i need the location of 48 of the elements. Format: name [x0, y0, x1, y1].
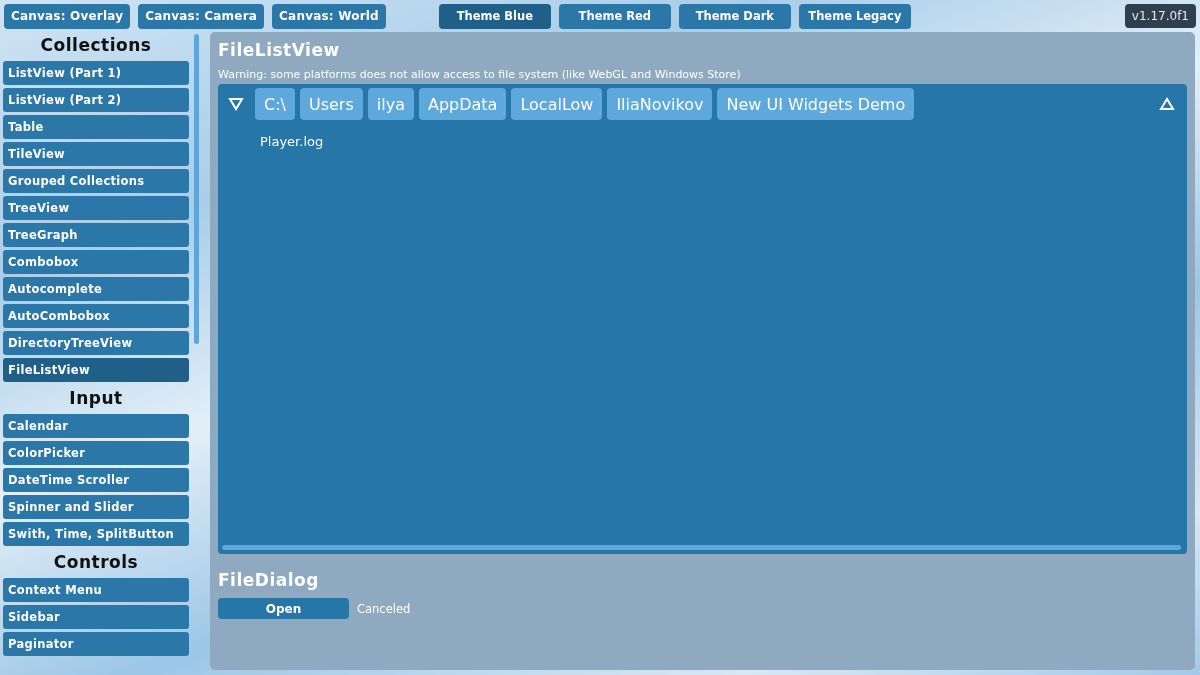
sidebar-item[interactable]: Table — [3, 115, 189, 139]
scrollbar[interactable] — [222, 545, 1181, 550]
section-title: FileListView — [218, 40, 341, 62]
section-heading: Collections — [39, 34, 153, 57]
sidebar-item[interactable]: AutoCombobox — [3, 304, 189, 328]
sidebar-item[interactable]: Calendar — [3, 414, 189, 438]
version-label: v1.17.0f1 — [1124, 4, 1196, 28]
path-segment-button[interactable]: IliaNovikov — [607, 88, 713, 120]
sidebar-item[interactable]: Paginator — [3, 632, 189, 656]
sidebar-item[interactable]: Combobox — [3, 250, 189, 274]
theme-button[interactable]: Theme Blue — [438, 3, 551, 29]
scrollbar[interactable] — [194, 34, 199, 344]
sidebar-item[interactable]: DateTime Scroller — [3, 468, 189, 492]
path-segment-button[interactable]: ilya — [367, 88, 414, 120]
theme-button[interactable]: Theme Legacy — [798, 3, 911, 29]
sidebar-item[interactable]: DirectoryTreeView — [3, 331, 189, 355]
open-button[interactable]: Open — [218, 598, 349, 619]
up-triangle-icon[interactable] — [1159, 97, 1175, 111]
canvas-button[interactable]: Canvas: Camera — [138, 3, 265, 29]
canvas-button[interactable]: Canvas: World — [272, 3, 386, 29]
sidebar-item[interactable]: TileView — [3, 142, 189, 166]
theme-button[interactable]: Theme Red — [558, 3, 671, 29]
result-text: Canceled — [357, 601, 411, 616]
sidebar-item[interactable]: ListView (Part 2) — [3, 88, 189, 112]
sidebar-item[interactable]: TreeView — [3, 196, 189, 220]
file-item[interactable]: Player.log — [260, 134, 1181, 149]
sidebar-item[interactable]: Autocomplete — [3, 277, 189, 301]
down-triangle-icon[interactable] — [228, 97, 244, 111]
sidebar-item[interactable]: FileListView — [3, 358, 189, 382]
sidebar-item[interactable]: Sidebar — [3, 605, 189, 629]
warning-text: Warning: some platforms does not allow access to file system (like WebGL and Windows Store) — [218, 68, 742, 81]
path-segment-button[interactable]: AppData — [418, 88, 507, 120]
theme-button[interactable]: Theme Dark — [678, 3, 791, 29]
sidebar-item[interactable]: ColorPicker — [3, 441, 189, 465]
canvas-button[interactable]: Canvas: Overlay — [4, 3, 131, 29]
sidebar-item[interactable]: Swith, Time, SplitButton — [3, 522, 189, 546]
sidebar-item[interactable]: ListView (Part 1) — [3, 61, 189, 85]
path-segment-button[interactable]: C:\ — [255, 88, 295, 120]
section-heading: Input — [68, 387, 124, 410]
section-title: FileDialog — [218, 570, 320, 592]
sidebar-item[interactable]: Grouped Collections — [3, 169, 189, 193]
sidebar-item[interactable]: Spinner and Slider — [3, 495, 189, 519]
path-segment-button[interactable]: LocalLow — [511, 88, 603, 120]
sidebar-item[interactable]: TreeGraph — [3, 223, 189, 247]
sidebar-item[interactable]: Context Menu — [3, 578, 189, 602]
section-heading: Controls — [52, 551, 140, 574]
path-segment-button[interactable]: Users — [299, 88, 363, 120]
path-segment-button[interactable]: New UI Widgets Demo — [717, 88, 915, 120]
